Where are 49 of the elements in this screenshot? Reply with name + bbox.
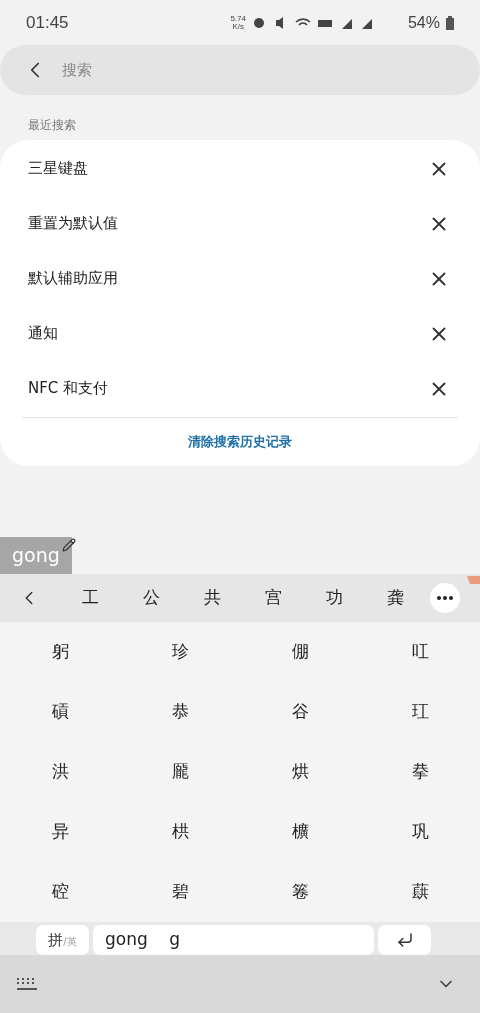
candidate-word[interactable]: 硿 xyxy=(0,862,120,922)
keyboard-icon[interactable] xyxy=(16,977,38,991)
logo-icon xyxy=(464,574,480,586)
enter-key[interactable] xyxy=(378,925,431,955)
candidate-word[interactable]: 共 xyxy=(182,585,243,611)
search-field[interactable]: 搜索 xyxy=(62,58,256,82)
search-bar[interactable]: 搜索 xyxy=(0,45,480,95)
clear-history-link[interactable]: 清除搜索历史记录 xyxy=(0,432,480,452)
recent-search-item[interactable]: 三星键盘 xyxy=(0,141,480,196)
input-mode-key[interactable]: 拼/英 xyxy=(36,925,89,955)
section-title: 最近搜索 xyxy=(28,117,76,134)
candidate-word[interactable]: 龎 xyxy=(120,742,240,802)
battery-icon xyxy=(446,15,454,30)
candidate-word[interactable]: 珍 xyxy=(120,622,240,682)
candidate-word[interactable]: 宫 xyxy=(243,585,304,611)
candidate-word[interactable]: 櫎 xyxy=(240,802,360,862)
recent-search-item[interactable]: 默认辅助应用 xyxy=(0,251,480,306)
candidate-word[interactable]: 倗 xyxy=(240,622,360,682)
candidate-word[interactable]: 躬 xyxy=(0,622,120,682)
candidate-word[interactable]: 碧 xyxy=(120,862,240,922)
candidate-word[interactable]: 叿 xyxy=(360,622,480,682)
more-icon xyxy=(437,596,453,600)
candidate-word[interactable]: 蕻 xyxy=(360,862,480,922)
pinyin-input-field[interactable]: gong g xyxy=(93,925,374,955)
candidate-word[interactable]: 龚 xyxy=(365,585,426,611)
candidate-word[interactable]: 烘 xyxy=(240,742,360,802)
composition-text: gong xyxy=(0,537,72,574)
candidate-word[interactable]: 箞 xyxy=(240,862,360,922)
status-time: 01:45 xyxy=(26,11,69,34)
candidate-word[interactable]: 工 xyxy=(60,585,121,611)
candidate-word[interactable]: 拲 xyxy=(360,742,480,802)
candidate-word[interactable]: 异 xyxy=(0,802,120,862)
candidate-word[interactable]: 公 xyxy=(121,585,182,611)
enter-icon xyxy=(395,931,414,949)
candidate-word[interactable]: 洪 xyxy=(0,742,120,802)
recent-search-item[interactable]: 通知 xyxy=(0,306,480,361)
candidate-word[interactable]: 谷 xyxy=(240,682,360,742)
pencil-icon[interactable] xyxy=(62,538,76,552)
candidate-word[interactable]: 栱 xyxy=(120,802,240,862)
candidate-word[interactable]: 功 xyxy=(304,585,365,611)
more-candidates-button[interactable] xyxy=(430,583,460,613)
candidate-word[interactable]: 碽 xyxy=(0,682,120,742)
candidate-word[interactable]: 玒 xyxy=(360,682,480,742)
network-speed: 5.74 K/s xyxy=(230,14,246,31)
recent-search-item[interactable]: 重置为默认值 xyxy=(0,196,480,251)
candidate-word[interactable]: 恭 xyxy=(120,682,240,742)
candidate-word[interactable]: 巩 xyxy=(360,802,480,862)
recent-search-item[interactable]: NFC 和支付 xyxy=(0,361,480,416)
battery-percent: 54% xyxy=(407,12,440,33)
